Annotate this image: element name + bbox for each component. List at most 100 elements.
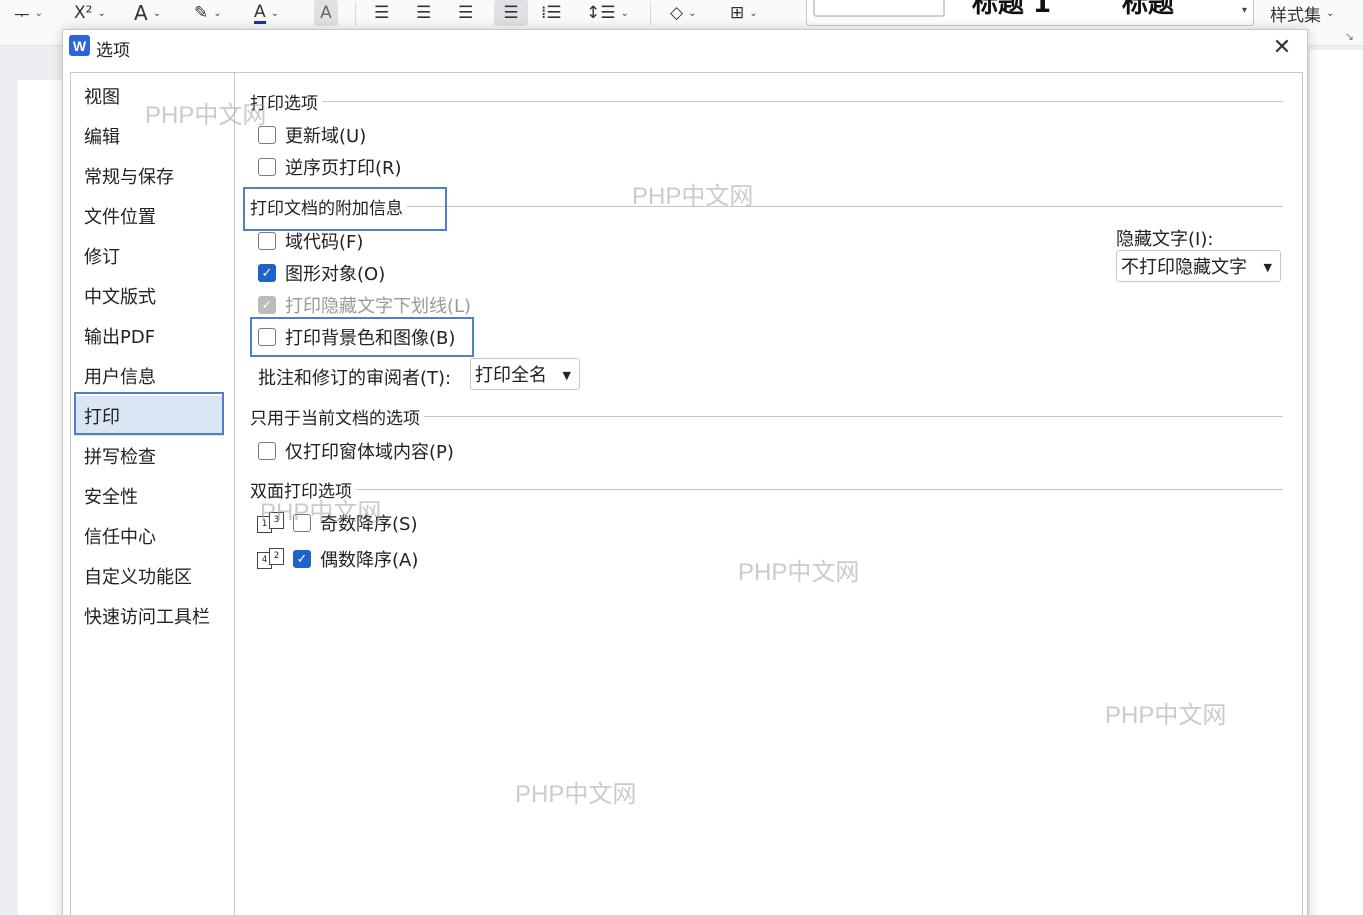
- nav-item-customize-ribbon[interactable]: 自定义功能区: [74, 556, 224, 596]
- strikethrough-icon: ᅮ: [14, 5, 30, 26]
- document-page: [18, 80, 68, 915]
- nav-item-user-info[interactable]: 用户信息: [74, 356, 224, 396]
- hidden-text-underline-checkbox: ✓: [258, 296, 276, 314]
- update-fields-option[interactable]: 更新域(U): [258, 122, 366, 148]
- chevron-down-icon: ⌄: [270, 7, 280, 19]
- document-page-edge: [1310, 50, 1363, 915]
- font-color-button[interactable]: A ⌄: [254, 0, 279, 26]
- checkmark-icon: ✓: [296, 551, 308, 567]
- close-button[interactable]: ✕: [1267, 32, 1297, 62]
- hidden-text-select[interactable]: 不打印隐藏文字 ▼: [1116, 250, 1281, 282]
- text-effect-button[interactable]: A ⌄: [134, 0, 161, 26]
- watermark: PHP中文网: [145, 102, 267, 129]
- fill-color-button[interactable]: ◇ ⌄: [670, 0, 696, 26]
- chevron-down-icon: ⌄: [213, 7, 222, 19]
- align-center-icon: ☰: [416, 3, 432, 23]
- char-shading-icon: A: [320, 3, 332, 23]
- superscript-button[interactable]: X² ⌄: [74, 0, 106, 26]
- chevron-down-icon: ⌄: [688, 7, 697, 19]
- line-spacing-icon: ↕☰: [586, 3, 616, 23]
- border-icon: ⊞: [730, 3, 745, 23]
- styles-set-button[interactable]: 样式集 ⌄: [1270, 0, 1334, 26]
- superscript-icon: X²: [74, 3, 93, 23]
- drawing-objects-label: 图形对象(O): [285, 264, 386, 285]
- toolbar-divider: [650, 2, 651, 26]
- strikethrough-button[interactable]: ᅮ ⌄: [14, 0, 43, 26]
- style-preview-heading[interactable]: 标题: [1122, 0, 1174, 20]
- update-fields-label: 更新域(U): [285, 126, 367, 147]
- hidden-text-select-value: 不打印隐藏文字: [1121, 257, 1247, 278]
- nav-item-security[interactable]: 安全性: [74, 476, 224, 516]
- section-print-options: 打印选项: [250, 89, 1283, 114]
- highlight-frame: [243, 187, 447, 231]
- style-gallery[interactable]: 标题 1 标题 ▾: [806, 0, 1254, 26]
- align-center-button[interactable]: ☰: [416, 0, 431, 26]
- chevron-down-icon: ⌄: [620, 7, 629, 19]
- dialog-launcher-icon[interactable]: ↘: [1345, 30, 1354, 43]
- nav-item-quick-access-toolbar[interactable]: 快速访问工具栏: [74, 596, 224, 636]
- reviewer-select[interactable]: 打印全名 ▼: [470, 358, 580, 390]
- even-reverse-label: 偶数降序(A): [320, 550, 419, 571]
- options-dialog: W 选项 ✕ 视图 编辑 常规与保存 文件位置 修订 中文版式 输出PDF 用户…: [62, 29, 1308, 915]
- field-codes-checkbox[interactable]: [258, 232, 276, 250]
- form-data-only-option[interactable]: 仅打印窗体域内容(P): [258, 438, 454, 464]
- field-codes-option[interactable]: 域代码(F): [258, 228, 363, 254]
- distribute-button[interactable]: ⁞☰: [541, 0, 562, 26]
- even-reverse-option[interactable]: 42 ✓ 偶数降序(A): [257, 546, 418, 572]
- hidden-text-label: 隐藏文字(I):: [1116, 229, 1214, 250]
- options-nav: 视图 编辑 常规与保存 文件位置 修订 中文版式 输出PDF 用户信息 打印 拼…: [70, 72, 235, 915]
- highlight-frame: [250, 317, 474, 357]
- watermark: PHP中文网: [260, 499, 382, 526]
- watermark: PHP中文网: [515, 781, 637, 808]
- nav-item-spell-check[interactable]: 拼写检查: [74, 436, 224, 476]
- dropdown-arrow-icon: ▼: [1263, 261, 1272, 274]
- nav-item-chinese-layout[interactable]: 中文版式: [74, 276, 224, 316]
- text-effect-icon: A: [134, 1, 148, 25]
- border-button[interactable]: ⊞ ⌄: [730, 0, 758, 26]
- nav-item-revisions[interactable]: 修订: [74, 236, 224, 276]
- align-left-button[interactable]: ☰: [374, 0, 389, 26]
- align-right-button[interactable]: ☰: [458, 0, 473, 26]
- nav-item-general-save[interactable]: 常规与保存: [74, 156, 224, 196]
- hidden-text-underline-option: ✓ 打印隐藏文字下划线(L): [258, 292, 471, 318]
- reverse-order-checkbox[interactable]: [258, 158, 276, 176]
- wps-writer-logo-icon: W: [69, 35, 90, 56]
- reverse-order-option[interactable]: 逆序页打印(R): [258, 154, 402, 180]
- form-data-only-checkbox[interactable]: [258, 442, 276, 460]
- reviewer-label: 批注和修订的审阅者(T):: [258, 368, 452, 389]
- checkmark-icon: ✓: [261, 265, 273, 281]
- section-current-document: 只用于当前文档的选项: [250, 404, 1283, 429]
- nav-item-file-locations[interactable]: 文件位置: [74, 196, 224, 236]
- checkmark-icon: ✓: [261, 297, 273, 313]
- form-data-only-label: 仅打印窗体域内容(P): [285, 442, 454, 463]
- reviewer-select-value: 打印全名: [475, 365, 547, 386]
- hidden-text-underline-label: 打印隐藏文字下划线(L): [285, 296, 472, 317]
- highlight-button[interactable]: ✎ ⌄: [194, 0, 222, 26]
- section-heading: 只用于当前文档的选项: [250, 409, 420, 429]
- nav-item-trust-center[interactable]: 信任中心: [74, 516, 224, 556]
- watermark: PHP中文网: [632, 183, 754, 210]
- dialog-title: 选项: [96, 41, 130, 61]
- chevron-down-icon: ⌄: [34, 7, 44, 19]
- align-left-icon: ☰: [374, 3, 390, 23]
- justify-button[interactable]: ☰: [494, 0, 528, 26]
- drawing-objects-checkbox[interactable]: ✓: [258, 264, 276, 282]
- watermark: PHP中文网: [738, 559, 860, 586]
- style-preview-heading1[interactable]: 标题 1: [972, 0, 1051, 20]
- gallery-expand-icon[interactable]: ▾: [1242, 5, 1247, 16]
- section-duplex: 双面打印选项: [250, 477, 1283, 502]
- style-preview-normal[interactable]: [813, 0, 945, 17]
- even-reverse-checkbox[interactable]: ✓: [293, 550, 311, 568]
- watermark: PHP中文网: [1105, 702, 1227, 729]
- char-shading-button[interactable]: A: [314, 0, 338, 26]
- field-codes-label: 域代码(F): [285, 232, 364, 253]
- section-divider: [356, 489, 1283, 490]
- line-spacing-button[interactable]: ↕☰ ⌄: [586, 0, 629, 26]
- section-divider: [407, 206, 1283, 207]
- drawing-objects-option[interactable]: ✓ 图形对象(O): [258, 260, 385, 286]
- styles-set-label: 样式集: [1270, 5, 1321, 26]
- highlighter-icon: ✎: [194, 3, 209, 23]
- dropdown-arrow-icon: ▼: [562, 369, 571, 382]
- nav-item-export-pdf[interactable]: 输出PDF: [74, 316, 224, 356]
- highlight-frame: [74, 392, 224, 435]
